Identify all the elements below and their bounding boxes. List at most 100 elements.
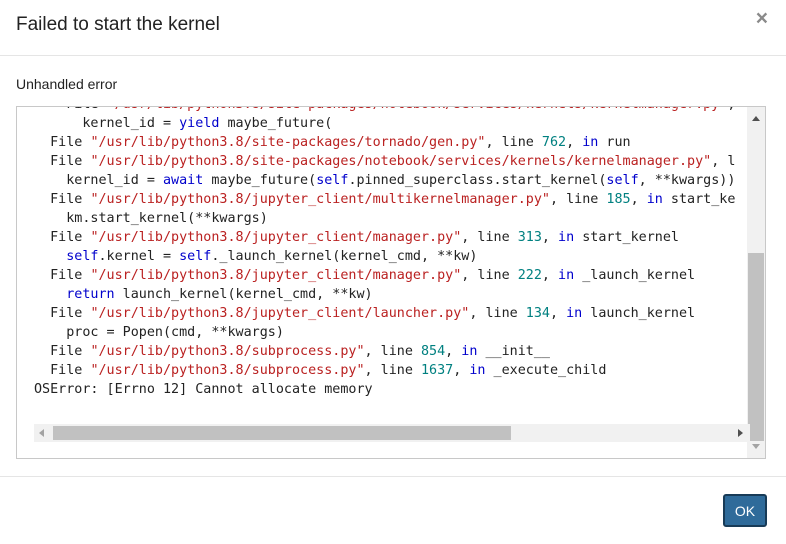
traceback-token: , <box>541 230 559 245</box>
traceback-token: 313 <box>517 230 542 245</box>
traceback-token: "/usr/lib/python3.8/jupyter_client/multi… <box>90 192 550 207</box>
traceback-token: "/usr/lib/python3.8/site-packages/tornad… <box>90 135 486 150</box>
traceback-line: km.start_kernel(**kwargs) <box>34 211 268 226</box>
arrow-down-icon[interactable] <box>752 444 760 449</box>
traceback-line: File "/usr/lib/python3.8/jupyter_client/… <box>34 306 695 321</box>
traceback-token: 222 <box>517 268 542 283</box>
traceback-token: self <box>316 173 349 188</box>
traceback-token: , <box>566 135 583 150</box>
traceback-token: "/usr/lib/python3.8/jupyter_client/manag… <box>90 230 462 245</box>
traceback-line: File "/usr/lib/python3.8/jupyter_client/… <box>34 230 679 245</box>
traceback-line: kernel_id = yield maybe_future( <box>34 116 332 131</box>
traceback-token: File <box>34 135 91 150</box>
traceback-line: File "/usr/lib/python3.8/site-packages/n… <box>34 154 735 169</box>
traceback-token: File <box>34 268 91 283</box>
dialog-footer <box>0 476 786 544</box>
traceback-token: File <box>34 192 91 207</box>
traceback-token: .pinned_superclass.start_kernel( <box>348 173 607 188</box>
traceback-token: yield <box>179 116 220 131</box>
traceback-token: 134 <box>525 306 550 321</box>
traceback-token: .kernel = <box>98 249 180 264</box>
traceback-token: 854 <box>420 344 446 359</box>
dialog-header: Failed to start the kernel × <box>0 0 786 56</box>
traceback-line: self.kernel = self._launch_kernel(kernel… <box>34 249 477 264</box>
traceback-token: in <box>461 344 478 359</box>
traceback-token: kernel_id = <box>34 173 163 188</box>
traceback-token: , l <box>711 154 736 169</box>
traceback-token: , line <box>485 135 542 150</box>
traceback-token: 1637 <box>420 363 454 378</box>
traceback-token: , line <box>549 192 607 207</box>
traceback-token: return <box>66 287 115 302</box>
close-icon[interactable]: × <box>756 8 768 29</box>
traceback-token: , line <box>461 230 518 245</box>
traceback-token: , <box>541 268 559 283</box>
traceback-token: , <box>549 306 567 321</box>
traceback-token <box>34 249 66 264</box>
arrow-up-icon[interactable] <box>752 116 760 121</box>
traceback-token: _execute_child <box>485 363 607 378</box>
traceback-token: File <box>34 154 91 169</box>
traceback-token: "/usr/lib/python3.8/subprocess.py" <box>90 363 365 378</box>
traceback-token: in <box>558 230 575 245</box>
traceback-token: "/usr/lib/python3.8/jupyter_client/manag… <box>90 268 462 283</box>
traceback-line: File "/usr/lib/python3.8/site-packages/t… <box>34 135 631 150</box>
traceback-token: , <box>445 344 462 359</box>
error-heading: Unhandled error <box>16 76 118 92</box>
traceback-token: launch_kernel(kernel_cmd, **kw) <box>114 287 373 302</box>
traceback-token: km.start_kernel(**kwargs) <box>34 211 268 226</box>
traceback-token: self <box>606 173 639 188</box>
traceback-token: maybe_future( <box>219 116 333 131</box>
traceback-line: OSError: [Errno 12] Cannot allocate memo… <box>34 382 373 397</box>
traceback-token: self <box>66 249 99 264</box>
traceback-token: , line <box>469 306 526 321</box>
traceback-token: in <box>469 363 486 378</box>
horizontal-scroll-thumb[interactable] <box>53 426 511 440</box>
traceback-token: "/usr/lib/python3.8/site-packages/notebo… <box>107 107 728 112</box>
traceback-token: __init__ <box>477 344 550 359</box>
traceback-token: start_kernel <box>574 230 679 245</box>
traceback-token: _launch_kernel <box>574 268 696 283</box>
traceback-token: "/usr/lib/python3.8/subprocess.py" <box>90 344 365 359</box>
traceback-token: OSError: [Errno 12] Cannot allocate memo… <box>34 382 373 397</box>
traceback-token: 762 <box>541 135 567 150</box>
traceback-token: maybe_future( <box>203 173 317 188</box>
traceback-token: , <box>630 192 647 207</box>
traceback-token: ._launch_kernel(kernel_cmd, **kw) <box>211 249 478 264</box>
traceback-line: File "/usr/lib/python3.8/subprocess.py",… <box>34 344 550 359</box>
traceback-token: File <box>34 230 91 245</box>
traceback-token: File <box>34 344 91 359</box>
traceback-line: kernel_id = await maybe_future(self.pinn… <box>34 173 735 188</box>
traceback-token: in <box>582 135 599 150</box>
traceback-line: return launch_kernel(kernel_cmd, **kw) <box>34 287 373 302</box>
vertical-scroll-thumb[interactable] <box>748 253 764 441</box>
arrow-right-icon[interactable] <box>738 429 743 437</box>
traceback-token: File <box>34 363 91 378</box>
dialog-title: Failed to start the kernel <box>16 14 220 35</box>
horizontal-scrollbar[interactable] <box>34 424 750 442</box>
traceback-token: in <box>566 306 583 321</box>
vertical-scrollbar[interactable] <box>747 107 765 458</box>
traceback-text: File "/usr/lib/python3.8/site-packages/n… <box>34 107 743 399</box>
traceback-token: , line <box>461 268 518 283</box>
error-dialog: Failed to start the kernel × Unhandled e… <box>0 0 786 544</box>
traceback-token: run <box>598 135 631 150</box>
traceback-token: , line <box>364 363 421 378</box>
traceback-token: , <box>453 363 470 378</box>
traceback-token: self <box>179 249 212 264</box>
traceback-token: , line <box>364 344 421 359</box>
traceback-token <box>34 287 66 302</box>
traceback-token: 185 <box>606 192 631 207</box>
traceback-token: "/usr/lib/python3.8/site-packages/notebo… <box>90 154 712 169</box>
traceback-line: proc = Popen(cmd, **kwargs) <box>34 325 284 340</box>
traceback-line: File "/usr/lib/python3.8/subprocess.py",… <box>34 363 606 378</box>
arrow-left-icon[interactable] <box>39 429 44 437</box>
traceback-token: , **kwargs)) <box>638 173 736 188</box>
traceback-token: await <box>163 173 204 188</box>
traceback-panel[interactable]: File "/usr/lib/python3.8/site-packages/n… <box>16 106 766 459</box>
traceback-token: File <box>34 306 91 321</box>
traceback-token: launch_kernel <box>582 306 696 321</box>
traceback-token: File <box>34 107 107 112</box>
traceback-token: kernel_id = <box>34 116 180 131</box>
ok-button[interactable]: OK <box>723 494 767 527</box>
